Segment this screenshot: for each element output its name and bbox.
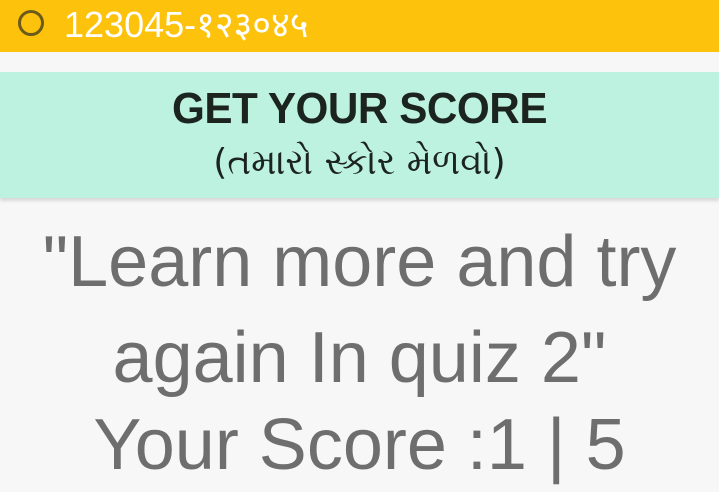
radio-circle-icon	[18, 10, 44, 36]
score-text: Your Score :1 | 5	[93, 405, 626, 485]
result-message-line-2: again In quiz 2"	[112, 318, 607, 398]
result-message: "Learn more and try again In quiz 2"	[0, 214, 719, 406]
page-subtitle: (તમારો સ્કોર મેળવો)	[213, 142, 506, 183]
score-header: GET YOUR SCORE (તમારો સ્કોર મેળવો)	[0, 72, 719, 198]
page-title: GET YOUR SCORE	[171, 84, 548, 133]
top-bar-text: 123045-१२३०४५	[64, 3, 309, 45]
top-status-bar: 123045-१२३०४५	[0, 0, 719, 52]
result-message-line-1: "Learn more and try	[42, 222, 677, 302]
